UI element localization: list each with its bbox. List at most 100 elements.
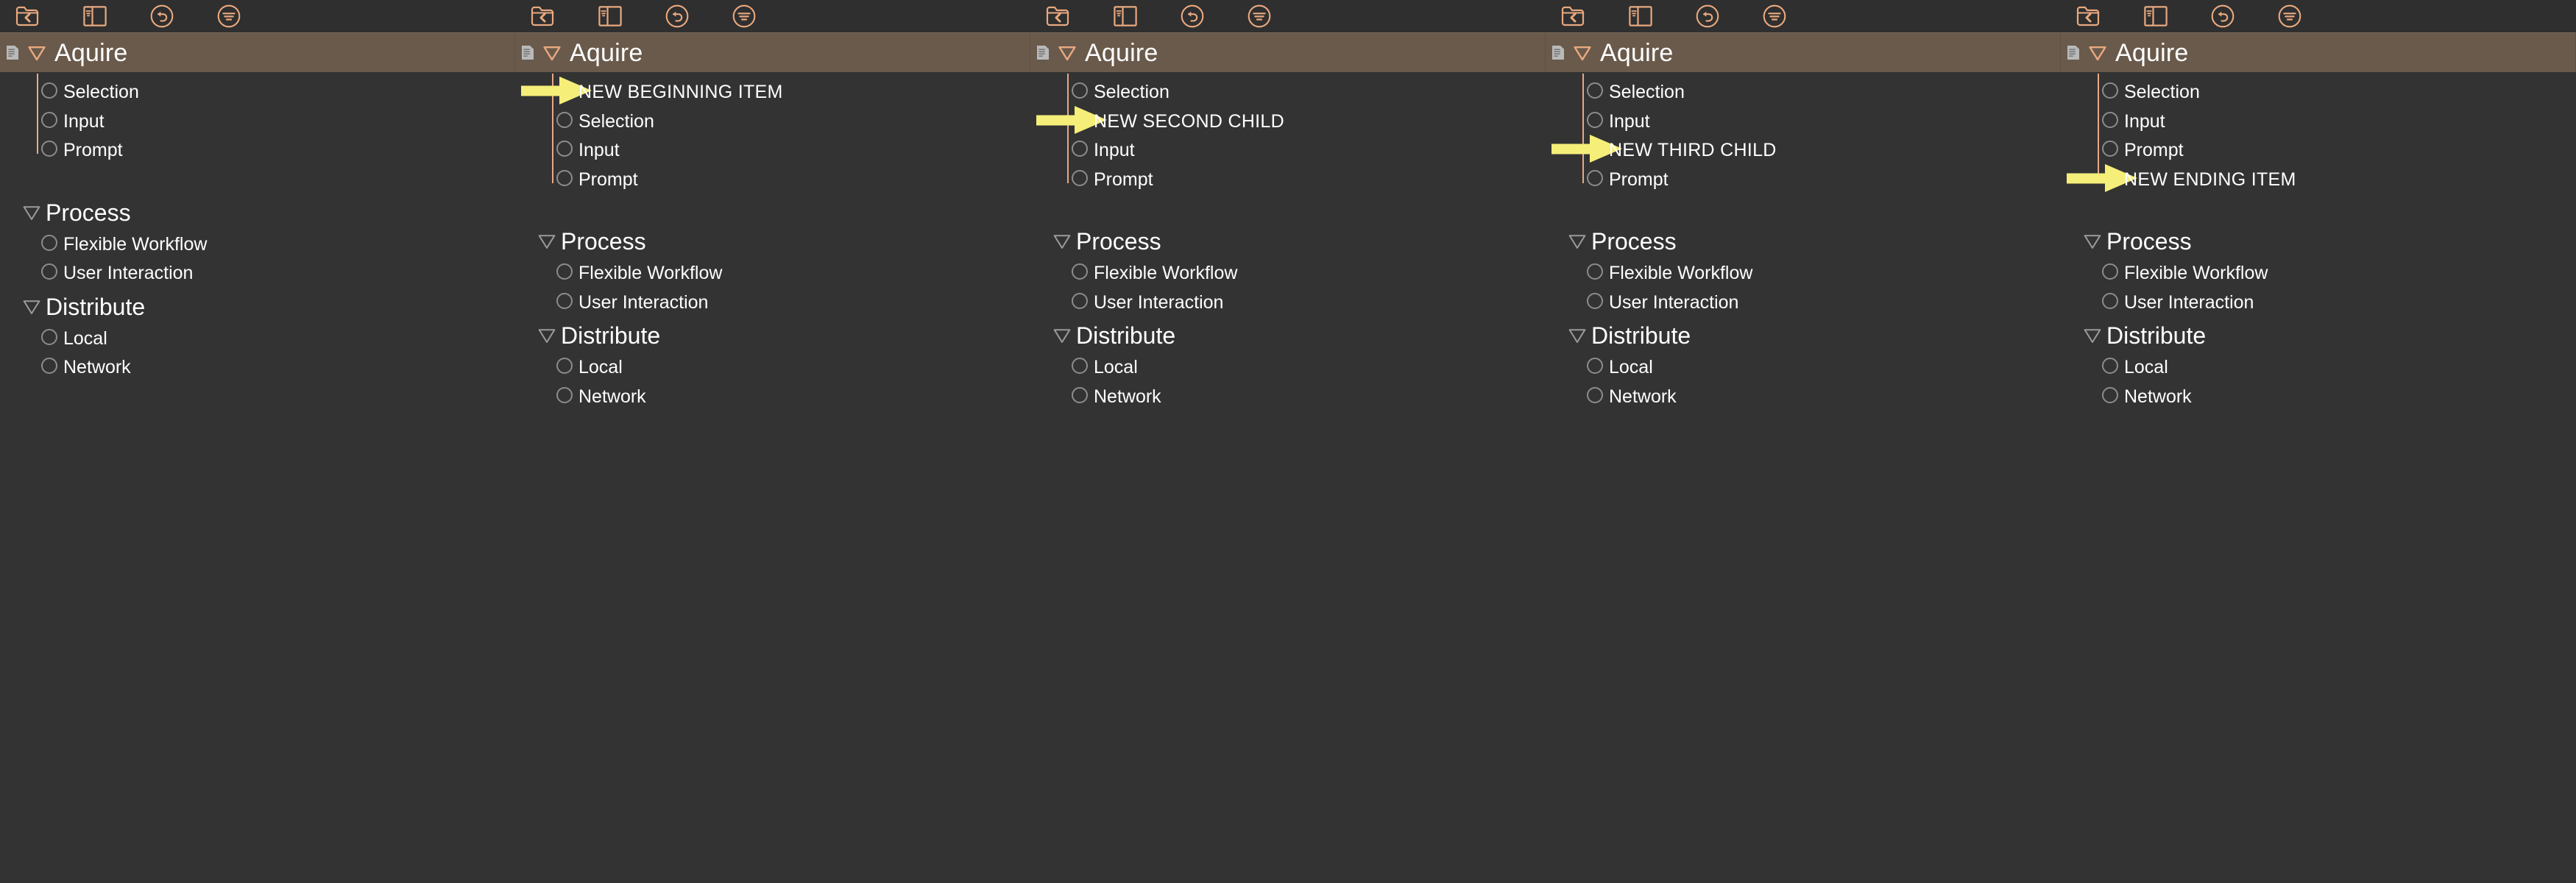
tree-item-label[interactable]: User Interaction — [2124, 293, 2254, 312]
split-panel-icon[interactable] — [1111, 2, 1139, 30]
header-triangle-down-icon[interactable] — [542, 43, 562, 63]
tree-item-label[interactable]: Local — [2124, 358, 2168, 377]
tree-item-label[interactable]: Prompt — [578, 170, 638, 189]
item-bullet[interactable] — [2102, 111, 2118, 128]
item-bullet[interactable] — [1587, 111, 1603, 128]
item-bullet[interactable] — [41, 263, 57, 280]
item-bullet[interactable] — [2102, 386, 2118, 403]
tree-item-label[interactable]: Flexible Workflow — [63, 235, 207, 254]
item-bullet[interactable] — [1072, 169, 1088, 186]
split-panel-icon[interactable] — [2142, 2, 2170, 30]
item-bullet[interactable] — [556, 141, 573, 157]
document-lines-icon[interactable] — [522, 46, 534, 60]
split-panel-icon[interactable] — [596, 2, 624, 30]
item-bullet[interactable] — [1587, 82, 1603, 99]
item-bullet[interactable] — [556, 386, 573, 403]
tree-item-label[interactable]: User Interaction — [1609, 293, 1738, 312]
document-lines-icon[interactable] — [7, 46, 18, 60]
tree-item-label[interactable]: Input — [1609, 112, 1650, 131]
distribute-section-title[interactable]: Distribute — [46, 295, 145, 319]
group-header-aquire[interactable]: Aquire — [515, 32, 1030, 72]
item-bullet[interactable] — [1072, 141, 1088, 157]
filter-circle-icon[interactable] — [1761, 2, 1788, 30]
item-bullet[interactable] — [41, 234, 57, 251]
item-bullet[interactable] — [1587, 358, 1603, 374]
filter-circle-icon[interactable] — [730, 2, 758, 30]
filter-circle-icon[interactable] — [2276, 2, 2304, 30]
tree-item-label[interactable]: Prompt — [63, 141, 123, 160]
header-triangle-down-icon[interactable] — [1573, 43, 1592, 63]
tree-item-label[interactable]: Network — [578, 387, 646, 406]
process-section-triangle-down-icon[interactable] — [537, 233, 556, 252]
tree-item-label[interactable]: Flexible Workflow — [1609, 264, 1752, 283]
item-bullet[interactable] — [41, 358, 57, 374]
tree-item-label[interactable]: Prompt — [1609, 170, 1669, 189]
split-panel-icon[interactable] — [81, 2, 109, 30]
tree-item-label[interactable]: Selection — [1609, 83, 1685, 102]
filter-circle-icon[interactable] — [215, 2, 243, 30]
tree-item-label[interactable]: Flexible Workflow — [578, 264, 722, 283]
item-bullet[interactable] — [2102, 358, 2118, 374]
undo-circle-icon[interactable] — [663, 2, 691, 30]
item-bullet[interactable] — [1587, 386, 1603, 403]
new-item-label[interactable]: NEW BEGINNING ITEM — [578, 83, 783, 102]
distribute-section-title[interactable]: Distribute — [561, 324, 660, 347]
item-bullet[interactable] — [2102, 141, 2118, 157]
tree-item-label[interactable]: Network — [1094, 387, 1161, 406]
tree-item-label[interactable]: Prompt — [2124, 141, 2184, 160]
tree-item-label[interactable]: Prompt — [1094, 170, 1153, 189]
folder-back-icon[interactable] — [14, 2, 42, 30]
item-bullet[interactable] — [41, 328, 57, 345]
distribute-section-triangle-down-icon[interactable] — [537, 327, 556, 346]
tree-item-label[interactable]: Local — [63, 329, 107, 348]
distribute-section-triangle-down-icon[interactable] — [1568, 327, 1587, 346]
item-bullet[interactable] — [2102, 292, 2118, 309]
tree-item-label[interactable]: User Interaction — [63, 264, 193, 283]
folder-back-icon[interactable] — [1560, 2, 1588, 30]
item-bullet[interactable] — [1072, 292, 1088, 309]
tree-item-label[interactable]: Flexible Workflow — [2124, 264, 2268, 283]
item-bullet[interactable] — [1072, 358, 1088, 374]
process-section-title[interactable]: Process — [2106, 230, 2192, 253]
process-section-title[interactable]: Process — [1076, 230, 1161, 253]
new-item-label[interactable]: NEW THIRD CHILD — [1609, 141, 1777, 160]
document-lines-icon[interactable] — [1037, 46, 1049, 60]
new-item-label[interactable]: NEW SECOND CHILD — [1094, 112, 1284, 131]
item-bullet[interactable] — [556, 111, 573, 128]
process-section-triangle-down-icon[interactable] — [2083, 233, 2102, 252]
distribute-section-title[interactable]: Distribute — [2106, 324, 2206, 347]
folder-back-icon[interactable] — [1044, 2, 1072, 30]
process-section-triangle-down-icon[interactable] — [22, 204, 41, 223]
tree-item-label[interactable]: Local — [1609, 358, 1653, 377]
document-lines-icon[interactable] — [2067, 46, 2079, 60]
distribute-section-title[interactable]: Distribute — [1591, 324, 1691, 347]
header-triangle-down-icon[interactable] — [1058, 43, 1077, 63]
item-bullet[interactable] — [556, 358, 573, 374]
item-bullet[interactable] — [2102, 82, 2118, 99]
undo-circle-icon[interactable] — [1178, 2, 1206, 30]
tree-item-label[interactable]: Selection — [2124, 83, 2200, 102]
item-bullet[interactable] — [41, 82, 57, 99]
tree-item-label[interactable]: Input — [578, 141, 620, 160]
tree-item-label[interactable]: Input — [1094, 141, 1135, 160]
distribute-section-triangle-down-icon[interactable] — [1052, 327, 1072, 346]
process-section-title[interactable]: Process — [46, 201, 131, 224]
item-bullet[interactable] — [556, 263, 573, 280]
item-bullet[interactable] — [556, 292, 573, 309]
tree-item-label[interactable]: Network — [2124, 387, 2192, 406]
process-section-triangle-down-icon[interactable] — [1568, 233, 1587, 252]
undo-circle-icon[interactable] — [2209, 2, 2237, 30]
item-bullet[interactable] — [2102, 263, 2118, 280]
item-bullet[interactable] — [556, 169, 573, 186]
tree-item-label[interactable]: Selection — [63, 83, 139, 102]
document-lines-icon[interactable] — [1552, 46, 1564, 60]
process-section-title[interactable]: Process — [1591, 230, 1677, 253]
tree-item-label[interactable]: Selection — [578, 112, 654, 131]
new-item-label[interactable]: NEW ENDING ITEM — [2124, 170, 2296, 189]
tree-item-label[interactable]: Network — [1609, 387, 1677, 406]
item-bullet[interactable] — [1587, 292, 1603, 309]
header-triangle-down-icon[interactable] — [27, 43, 46, 63]
header-triangle-down-icon[interactable] — [2088, 43, 2107, 63]
distribute-section-triangle-down-icon[interactable] — [2083, 327, 2102, 346]
distribute-section-title[interactable]: Distribute — [1076, 324, 1175, 347]
